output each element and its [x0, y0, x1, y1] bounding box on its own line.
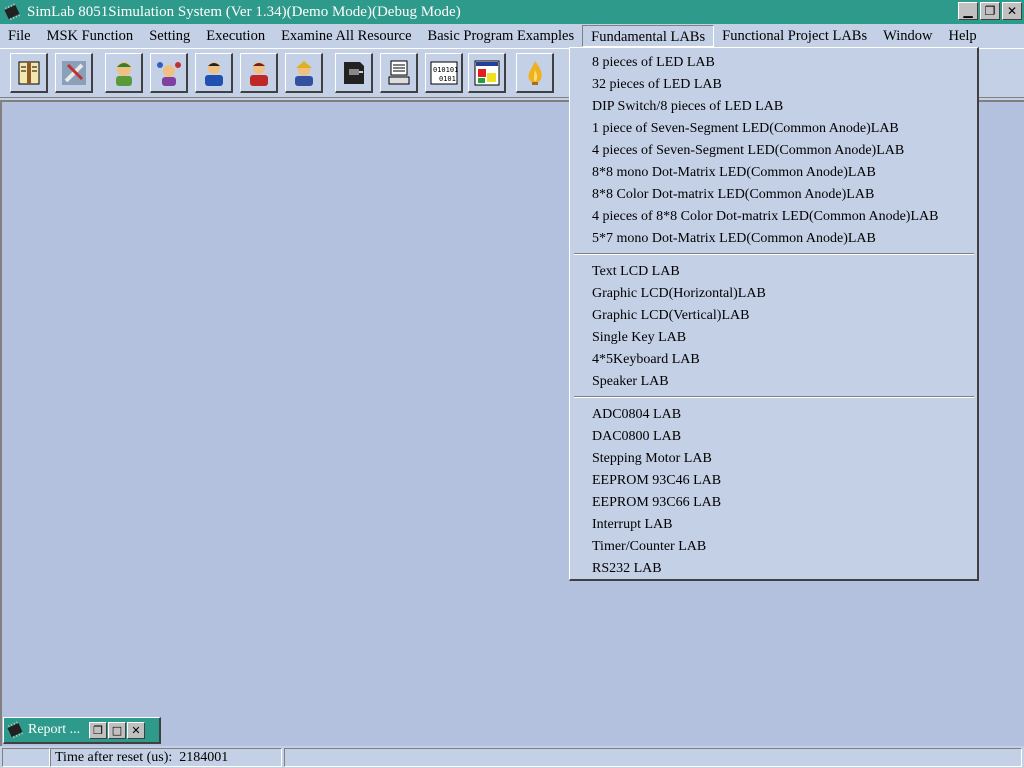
- menu-option-5x7-dot-matrix[interactable]: 5*7 mono Dot-Matrix LED(Common Anode)LAB: [592, 228, 876, 250]
- menu-option-keyboard[interactable]: 4*5Keyboard LAB: [592, 349, 700, 371]
- menu-option-1-seven-segment[interactable]: 1 piece of Seven-Segment LED(Common Anod…: [592, 118, 899, 140]
- report-window-minimized[interactable]: Report ... ❐ □ ✕: [3, 717, 161, 744]
- person-red-icon: [249, 61, 268, 86]
- menu-option-8-led[interactable]: 8 pieces of LED LAB: [592, 52, 715, 74]
- tools-icon: [61, 60, 86, 85]
- menu-option-speaker[interactable]: Speaker LAB: [592, 371, 669, 393]
- chip-plug-icon: [343, 61, 364, 84]
- menu-bar: File MSK Function Setting Execution Exam…: [0, 24, 1024, 48]
- menu-msk-function[interactable]: MSK Function: [39, 25, 142, 47]
- app-chip-icon: [7, 721, 23, 739]
- status-panel-message: [284, 748, 1022, 767]
- person-juggler-icon: [156, 61, 181, 86]
- menu-separator: [574, 253, 974, 255]
- svg-text:0101: 0101: [439, 75, 456, 83]
- toolbar-button-person-juggler[interactable]: [150, 53, 188, 93]
- menu-option-4-color-dot-matrix[interactable]: 4 pieces of 8*8 Color Dot-matrix LED(Com…: [592, 206, 938, 228]
- menu-option-timer-counter[interactable]: Timer/Counter LAB: [592, 536, 706, 558]
- app-chip-icon[interactable]: [3, 3, 21, 21]
- window-title: SimLab 8051Simulation System (Ver 1.34)(…: [27, 3, 461, 20]
- report-window-title: Report ...: [28, 722, 81, 737]
- report-maximize-button[interactable]: □: [108, 721, 126, 739]
- status-time-label: Time after reset (us):: [55, 750, 173, 765]
- book-icon: [18, 61, 39, 84]
- menu-option-graphic-lcd-horizontal[interactable]: Graphic LCD(Horizontal)LAB: [592, 283, 766, 305]
- color-chart-icon: [474, 60, 499, 85]
- menu-examine-all-resource[interactable]: Examine All Resource: [273, 25, 419, 47]
- menu-fundamental-labs[interactable]: Fundamental LABs: [582, 25, 715, 47]
- menu-file[interactable]: File: [0, 25, 39, 47]
- menu-option-dip-switch-led[interactable]: DIP Switch/8 pieces of LED LAB: [592, 96, 783, 118]
- report-close-button[interactable]: ✕: [127, 721, 145, 739]
- person-yellow-icon: [294, 60, 313, 86]
- menu-setting[interactable]: Setting: [141, 25, 198, 47]
- restore-icon: ❐: [984, 4, 996, 18]
- menu-help[interactable]: Help: [940, 25, 984, 47]
- menu-option-eeprom-93c66[interactable]: EEPROM 93C66 LAB: [592, 492, 721, 514]
- toolbar-button-tools[interactable]: [55, 53, 93, 93]
- svg-text:010101: 010101: [433, 66, 458, 74]
- menu-separator: [574, 396, 974, 398]
- menu-option-dac0800[interactable]: DAC0800 LAB: [592, 426, 681, 448]
- computer-icon: [388, 60, 409, 84]
- minimize-button[interactable]: ▁: [958, 2, 978, 20]
- menu-option-rs232[interactable]: RS232 LAB: [592, 558, 662, 580]
- maximize-icon: □: [111, 723, 123, 737]
- minimize-icon: ▁: [963, 4, 973, 18]
- restore-button[interactable]: ❐: [980, 2, 1000, 20]
- status-panel-time: Time after reset (us): 2184001: [50, 748, 282, 767]
- menu-option-4-seven-segment[interactable]: 4 pieces of Seven-Segment LED(Common Ano…: [592, 140, 904, 162]
- close-icon: ✕: [131, 723, 141, 737]
- toolbar-button-person-red[interactable]: [240, 53, 278, 93]
- report-restore-button[interactable]: ❐: [89, 721, 107, 739]
- binary-data-icon: 010101 0101: [430, 61, 458, 84]
- person-green-icon: [115, 61, 132, 86]
- menu-option-interrupt[interactable]: Interrupt LAB: [592, 514, 672, 536]
- close-icon: ✕: [1006, 4, 1018, 18]
- status-time-value: 2184001: [179, 750, 229, 765]
- menu-execution[interactable]: Execution: [198, 25, 273, 47]
- menu-option-graphic-lcd-vertical[interactable]: Graphic LCD(Vertical)LAB: [592, 305, 749, 327]
- toolbar-button-person-yellow[interactable]: [285, 53, 323, 93]
- menu-option-single-key[interactable]: Single Key LAB: [592, 327, 686, 349]
- toolbar-button-book[interactable]: [10, 53, 48, 93]
- toolbar-button-computer[interactable]: [380, 53, 418, 93]
- toolbar-button-person-blue[interactable]: [195, 53, 233, 93]
- menu-basic-program-examples[interactable]: Basic Program Examples: [420, 25, 583, 47]
- status-bar: Time after reset (us): 2184001: [0, 746, 1024, 768]
- restore-icon: ❐: [93, 723, 103, 737]
- menu-option-eeprom-93c46[interactable]: EEPROM 93C46 LAB: [592, 470, 721, 492]
- toolbar-button-chip-plug[interactable]: [335, 53, 373, 93]
- menu-option-color-dot-matrix[interactable]: 8*8 Color Dot-matrix LED(Common Anode)LA…: [592, 184, 874, 206]
- menu-option-adc0804[interactable]: ADC0804 LAB: [592, 404, 681, 426]
- title-bar[interactable]: SimLab 8051Simulation System (Ver 1.34)(…: [0, 0, 1024, 24]
- toolbar-button-flame[interactable]: [516, 53, 554, 93]
- toolbar-button-color-chart[interactable]: [468, 53, 506, 93]
- status-panel-empty: [2, 748, 50, 767]
- menu-window[interactable]: Window: [875, 25, 940, 47]
- menu-option-32-led[interactable]: 32 pieces of LED LAB: [592, 74, 722, 96]
- menu-option-text-lcd[interactable]: Text LCD LAB: [592, 261, 680, 283]
- fundamental-labs-dropdown: 8 pieces of LED LAB 32 pieces of LED LAB…: [569, 47, 979, 581]
- menu-option-stepping-motor[interactable]: Stepping Motor LAB: [592, 448, 712, 470]
- toolbar-button-binary-data[interactable]: 010101 0101: [425, 53, 463, 93]
- flame-icon: [528, 60, 542, 85]
- toolbar-button-person-green[interactable]: [105, 53, 143, 93]
- menu-functional-project-labs[interactable]: Functional Project LABs: [714, 25, 875, 47]
- menu-option-mono-dot-matrix[interactable]: 8*8 mono Dot-Matrix LED(Common Anode)LAB: [592, 162, 876, 184]
- close-button[interactable]: ✕: [1002, 2, 1022, 20]
- person-blue-icon: [204, 61, 223, 86]
